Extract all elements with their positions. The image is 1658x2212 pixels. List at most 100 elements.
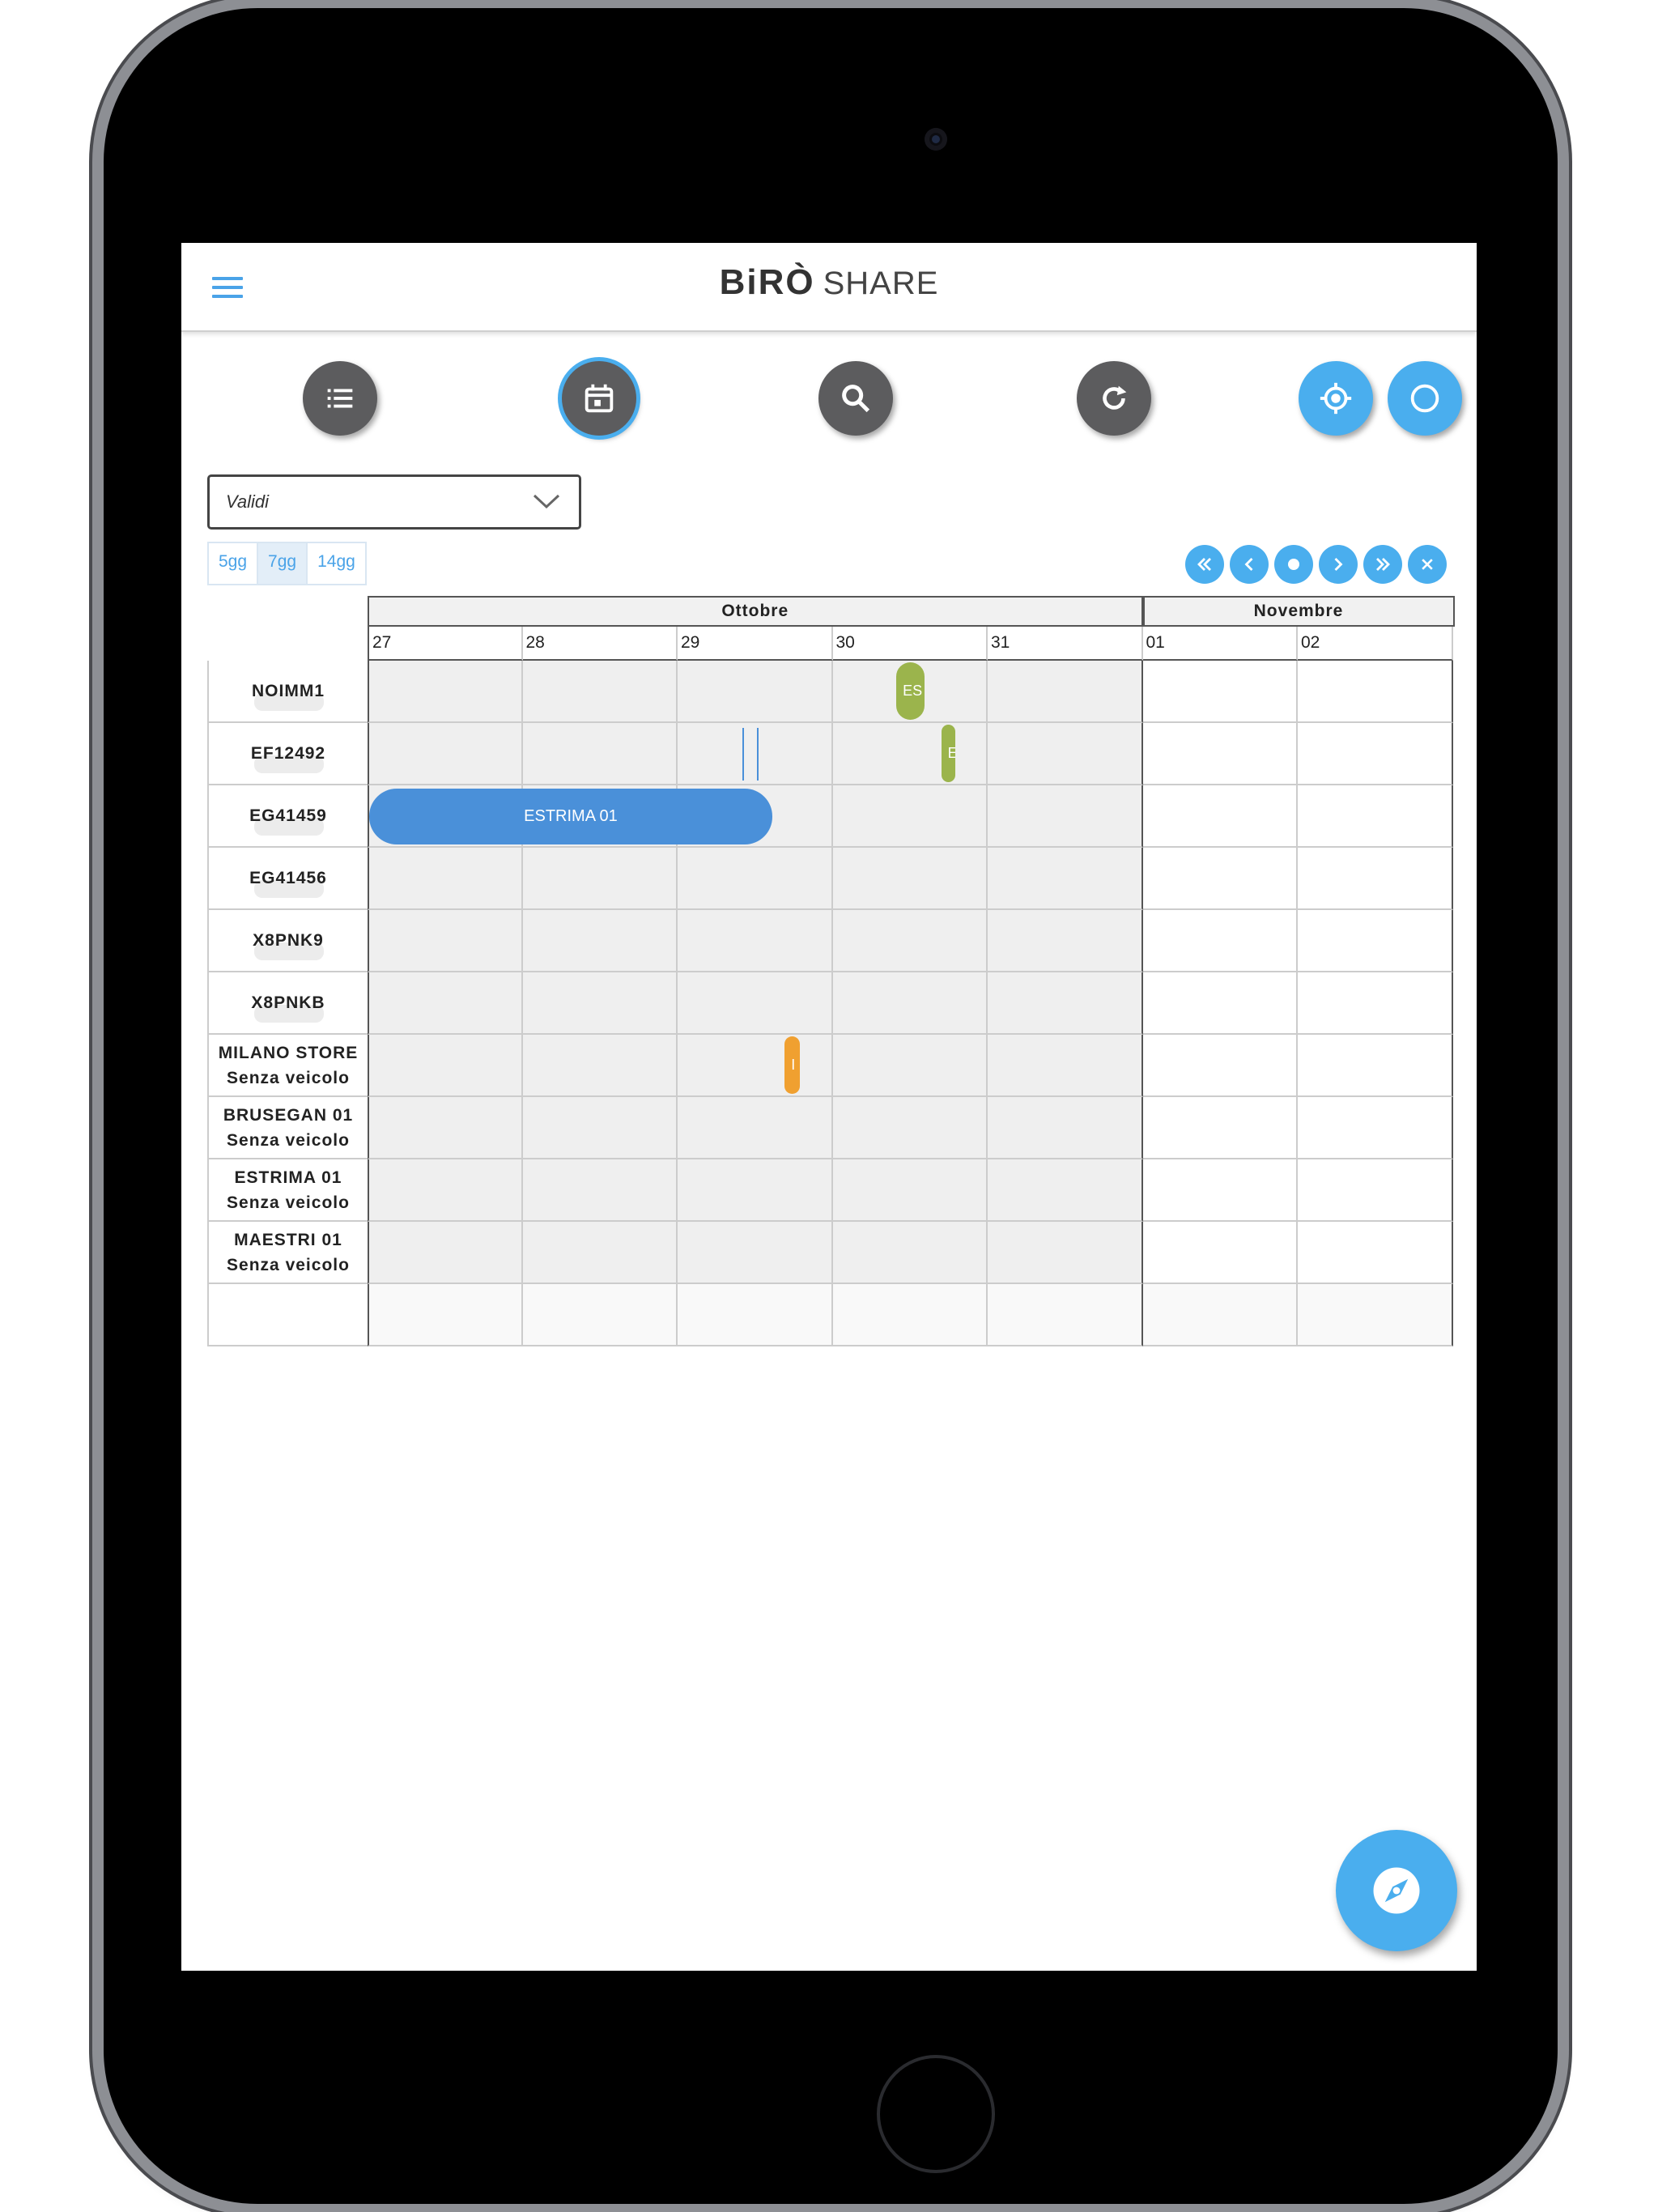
reservation-event[interactable]: ESTRIMA 01 <box>369 789 772 844</box>
schedule-cell[interactable] <box>678 661 833 723</box>
schedule-cell[interactable] <box>832 910 988 972</box>
schedule-cell[interactable] <box>522 1097 678 1159</box>
schedule-cell[interactable] <box>522 723 678 785</box>
circle-button[interactable] <box>1388 361 1462 436</box>
range-7gg-button[interactable]: 7gg <box>258 543 308 584</box>
schedule-cell[interactable] <box>678 1097 833 1159</box>
reservation-event[interactable]: E <box>941 725 955 782</box>
schedule-cell[interactable] <box>368 723 523 785</box>
schedule-cell[interactable] <box>1142 785 1298 848</box>
schedule-cell[interactable] <box>1298 910 1453 972</box>
schedule-cell[interactable] <box>988 1222 1143 1284</box>
schedule-cell[interactable] <box>988 661 1143 723</box>
schedule-cell[interactable] <box>1142 1222 1298 1284</box>
home-button[interactable] <box>877 2055 995 2173</box>
schedule-cell[interactable] <box>1298 1284 1453 1346</box>
nav-first-button[interactable] <box>1185 545 1224 584</box>
schedule-cell[interactable] <box>368 1097 523 1159</box>
schedule-cell[interactable] <box>832 1284 988 1346</box>
schedule-cell[interactable] <box>1298 1097 1453 1159</box>
resource-row-label[interactable]: MAESTRI 01 Senza veicolo <box>207 1222 368 1284</box>
schedule-cell[interactable] <box>522 661 678 723</box>
resource-row-label[interactable]: BRUSEGAN 01 Senza veicolo <box>207 1097 368 1159</box>
schedule-cell[interactable] <box>988 1159 1143 1222</box>
schedule-cell[interactable] <box>368 848 523 910</box>
schedule-cell[interactable] <box>832 785 988 848</box>
schedule-cell[interactable] <box>988 785 1143 848</box>
schedule-cell[interactable] <box>988 848 1143 910</box>
schedule-cell[interactable] <box>1142 848 1298 910</box>
schedule-cell[interactable] <box>522 1222 678 1284</box>
resource-row-label[interactable]: ESTRIMA 01 Senza veicolo <box>207 1159 368 1222</box>
search-button[interactable] <box>818 361 893 436</box>
schedule-cell[interactable] <box>832 848 988 910</box>
nav-close-button[interactable] <box>1408 545 1447 584</box>
calendar-view-button[interactable] <box>562 361 636 436</box>
schedule-cell[interactable] <box>522 1035 678 1097</box>
resource-row-label[interactable]: X8PNK9 <box>207 910 368 972</box>
schedule-cell[interactable] <box>1298 785 1453 848</box>
schedule-cell[interactable] <box>368 1159 523 1222</box>
nav-next-button[interactable] <box>1319 545 1358 584</box>
reservation-event[interactable]: ES <box>896 662 925 720</box>
schedule-cell[interactable] <box>678 1035 833 1097</box>
schedule-cell[interactable] <box>678 848 833 910</box>
schedule-cell[interactable] <box>1298 1035 1453 1097</box>
schedule-cell[interactable] <box>368 1035 523 1097</box>
schedule-cell[interactable] <box>368 661 523 723</box>
schedule-cell[interactable] <box>1142 723 1298 785</box>
locate-button[interactable] <box>1299 361 1373 436</box>
schedule-cell[interactable] <box>368 972 523 1035</box>
schedule-cell[interactable] <box>832 1097 988 1159</box>
reservation-event[interactable]: I <box>784 1036 801 1094</box>
schedule-cell[interactable] <box>832 723 988 785</box>
schedule-cell[interactable] <box>368 1222 523 1284</box>
schedule-cell[interactable] <box>522 972 678 1035</box>
schedule-cell[interactable] <box>832 1035 988 1097</box>
schedule-cell[interactable] <box>1298 1222 1453 1284</box>
schedule-cell[interactable] <box>832 1159 988 1222</box>
schedule-cell[interactable] <box>678 1222 833 1284</box>
resource-row-label[interactable]: EG41456 <box>207 848 368 910</box>
schedule-cell[interactable] <box>1142 1097 1298 1159</box>
schedule-cell[interactable] <box>988 972 1143 1035</box>
list-view-button[interactable] <box>303 361 377 436</box>
schedule-cell[interactable] <box>678 723 833 785</box>
resource-row-label[interactable]: NOIMM1 <box>207 661 368 723</box>
nav-last-button[interactable] <box>1363 545 1402 584</box>
status-filter-select[interactable]: Validi <box>207 474 581 530</box>
schedule-cell[interactable] <box>368 910 523 972</box>
schedule-cell[interactable] <box>1142 1035 1298 1097</box>
schedule-cell[interactable] <box>1142 661 1298 723</box>
nav-prev-button[interactable] <box>1230 545 1269 584</box>
range-5gg-button[interactable]: 5gg <box>209 543 259 584</box>
schedule-cell[interactable] <box>678 972 833 1035</box>
schedule-cell[interactable] <box>678 910 833 972</box>
schedule-cell[interactable] <box>832 1222 988 1284</box>
schedule-cell[interactable] <box>1142 910 1298 972</box>
range-14gg-button[interactable]: 14gg <box>308 543 365 584</box>
schedule-cell[interactable] <box>1142 972 1298 1035</box>
refresh-button[interactable] <box>1077 361 1151 436</box>
schedule-cell[interactable] <box>522 848 678 910</box>
schedule-cell[interactable] <box>522 910 678 972</box>
schedule-cell[interactable] <box>1142 1284 1298 1346</box>
resource-row-label[interactable]: EG41459 <box>207 785 368 848</box>
nav-today-button[interactable] <box>1274 545 1313 584</box>
schedule-cell[interactable] <box>832 972 988 1035</box>
schedule-cell[interactable] <box>1298 661 1453 723</box>
navigate-fab-button[interactable] <box>1336 1830 1457 1951</box>
schedule-cell[interactable] <box>988 1035 1143 1097</box>
schedule-cell[interactable] <box>1298 848 1453 910</box>
schedule-cell[interactable] <box>522 1159 678 1222</box>
schedule-cell[interactable] <box>678 1284 833 1346</box>
schedule-cell[interactable] <box>522 1284 678 1346</box>
schedule-cell[interactable] <box>368 1284 523 1346</box>
resource-row-label[interactable]: EF12492 <box>207 723 368 785</box>
schedule-cell[interactable] <box>988 723 1143 785</box>
resource-row-label[interactable]: X8PNKB <box>207 972 368 1035</box>
schedule-cell[interactable] <box>678 1159 833 1222</box>
schedule-cell[interactable] <box>988 910 1143 972</box>
schedule-cell[interactable] <box>988 1284 1143 1346</box>
schedule-cell[interactable] <box>1298 723 1453 785</box>
